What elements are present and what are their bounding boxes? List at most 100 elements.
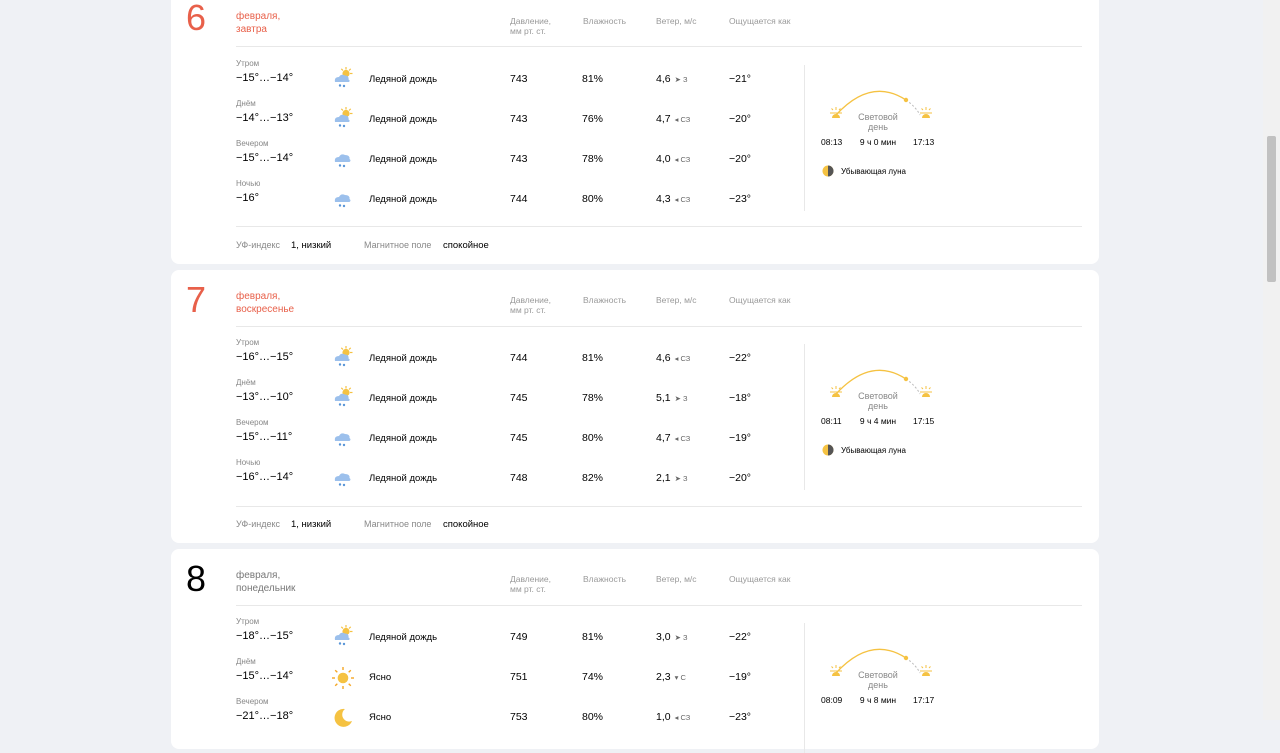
header-feels: Ощущается как bbox=[729, 295, 791, 305]
vertical-divider bbox=[804, 623, 805, 753]
waning-moon-icon bbox=[822, 165, 834, 177]
row-temp: −16°…−14° bbox=[236, 471, 294, 483]
divider bbox=[236, 226, 1082, 227]
row-feels: −22° bbox=[729, 631, 752, 643]
row-wind: 3,0 ➤ З bbox=[656, 631, 688, 643]
row-period: Утром bbox=[236, 617, 260, 626]
daylight-label-line1: Световой bbox=[858, 112, 898, 122]
row-pressure: 753 bbox=[510, 711, 528, 723]
day-number: 6 bbox=[186, 0, 207, 38]
wind-speed: 4,0 bbox=[656, 153, 671, 165]
row-temp: −15°…−14° bbox=[236, 670, 294, 682]
divider bbox=[236, 605, 1082, 606]
wind-speed: 2,3 bbox=[656, 671, 671, 683]
row-condition: Ледяной дождь bbox=[369, 473, 438, 484]
wind-speed: 4,3 bbox=[656, 193, 671, 205]
day-card-8: 8 февраля, понедельник Давление, мм рт. … bbox=[171, 549, 1099, 753]
row-pressure: 744 bbox=[510, 193, 528, 205]
day-card-6: 6 февраля, завтра Давление, мм рт. ст. В… bbox=[171, 0, 1099, 264]
wind-direction: ◂ СЗ bbox=[674, 155, 691, 164]
wind-speed: 4,7 bbox=[656, 113, 671, 125]
sun-cloud-freezing-rain-icon bbox=[334, 625, 353, 646]
row-wind: 4,7 ◂ СЗ bbox=[656, 432, 690, 444]
row-period: Вечером bbox=[236, 418, 269, 427]
row-temp: −16°…−15° bbox=[236, 351, 294, 363]
page-scrollbar[interactable] bbox=[1263, 0, 1280, 720]
row-period: Днём bbox=[236, 99, 256, 108]
sun-cloud-freezing-rain-icon bbox=[334, 386, 353, 407]
wind-speed: 1,0 bbox=[656, 711, 671, 723]
row-pressure: 749 bbox=[510, 631, 528, 643]
daylight-duration: 9 ч 8 мин bbox=[859, 695, 897, 705]
row-humidity: 78% bbox=[582, 153, 604, 165]
sunrise-time: 08:11 bbox=[821, 416, 842, 426]
row-temp: −21°…−18° bbox=[236, 710, 294, 722]
row-pressure: 743 bbox=[510, 153, 528, 165]
sunset-time: 17:13 bbox=[913, 137, 935, 147]
cloud-freezing-rain-icon bbox=[334, 473, 351, 487]
cloud-freezing-rain-icon bbox=[334, 194, 351, 208]
day-weekday: завтра bbox=[236, 24, 267, 35]
magnetic-value: спокойное bbox=[443, 519, 489, 530]
row-feels: −23° bbox=[729, 193, 752, 205]
row-humidity: 76% bbox=[582, 113, 604, 125]
header-pressure-line1: Давление, bbox=[510, 16, 552, 26]
moon-icon bbox=[334, 708, 352, 727]
day-month: февраля, bbox=[236, 11, 281, 22]
row-wind: 4,6 ◂ СЗ bbox=[656, 352, 690, 364]
row-condition: Ледяной дождь bbox=[369, 74, 438, 85]
day-month: февраля, bbox=[236, 570, 281, 581]
row-humidity: 81% bbox=[582, 73, 604, 85]
row-feels: −21° bbox=[729, 73, 752, 85]
row-temp: −15°…−14° bbox=[236, 152, 294, 164]
row-feels: −19° bbox=[729, 432, 752, 444]
row-pressure: 745 bbox=[510, 392, 528, 404]
daylight-label-line2: день bbox=[868, 122, 888, 132]
row-feels: −19° bbox=[729, 671, 752, 683]
wind-speed: 4,6 bbox=[656, 352, 671, 364]
scrollbar-thumb[interactable] bbox=[1267, 136, 1276, 282]
wind-direction: ◂ СЗ bbox=[674, 195, 691, 204]
row-condition: Ледяной дождь bbox=[369, 393, 438, 404]
wind-direction: ➤ З bbox=[674, 394, 688, 403]
row-wind: 4,7 ◂ СЗ bbox=[656, 113, 690, 125]
row-humidity: 74% bbox=[582, 671, 604, 683]
row-feels: −23° bbox=[729, 711, 752, 723]
daylight-duration: 9 ч 0 мин bbox=[859, 137, 897, 147]
row-period: Ночью bbox=[236, 179, 261, 188]
row-condition: Ледяной дождь bbox=[369, 433, 438, 444]
header-pressure-line1: Давление, bbox=[510, 295, 552, 305]
row-humidity: 80% bbox=[582, 193, 604, 205]
row-condition: Ясно bbox=[369, 712, 392, 723]
wind-speed: 3,0 bbox=[656, 631, 671, 643]
row-humidity: 78% bbox=[582, 392, 604, 404]
wind-speed: 2,1 bbox=[656, 472, 671, 484]
row-feels: −20° bbox=[729, 153, 752, 165]
daylight-label: Световой день bbox=[847, 670, 909, 690]
row-wind: 4,3 ◂ СЗ bbox=[656, 193, 690, 205]
row-pressure: 745 bbox=[510, 432, 528, 444]
sunrise-time: 08:13 bbox=[821, 137, 843, 147]
row-pressure: 743 bbox=[510, 73, 528, 85]
row-period: Утром bbox=[236, 59, 260, 68]
row-feels: −18° bbox=[729, 392, 752, 404]
uv-value: 1, низкий bbox=[291, 240, 332, 251]
row-temp: −15°…−14° bbox=[236, 72, 294, 84]
daylight-label-line2: день bbox=[868, 401, 888, 411]
daylight-label-line2: день bbox=[868, 680, 888, 690]
row-period: Вечером bbox=[236, 139, 269, 148]
day-weekday: понедельник bbox=[236, 583, 296, 594]
day-number: 8 bbox=[186, 558, 207, 599]
header-feels: Ощущается как bbox=[729, 16, 791, 26]
day-number: 7 bbox=[186, 279, 207, 320]
vertical-divider bbox=[804, 344, 805, 490]
magnetic-label: Магнитное поле bbox=[364, 240, 432, 250]
row-condition: Ледяной дождь bbox=[369, 154, 438, 165]
row-humidity: 80% bbox=[582, 711, 604, 723]
row-pressure: 743 bbox=[510, 113, 528, 125]
magnetic-label: Магнитное поле bbox=[364, 519, 432, 529]
cloud-freezing-rain-icon bbox=[334, 433, 351, 447]
row-period: Ночью bbox=[236, 458, 261, 467]
header-pressure-line2: мм рт. ст. bbox=[510, 305, 546, 315]
header-pressure: Давление, мм рт. ст. bbox=[510, 574, 551, 594]
